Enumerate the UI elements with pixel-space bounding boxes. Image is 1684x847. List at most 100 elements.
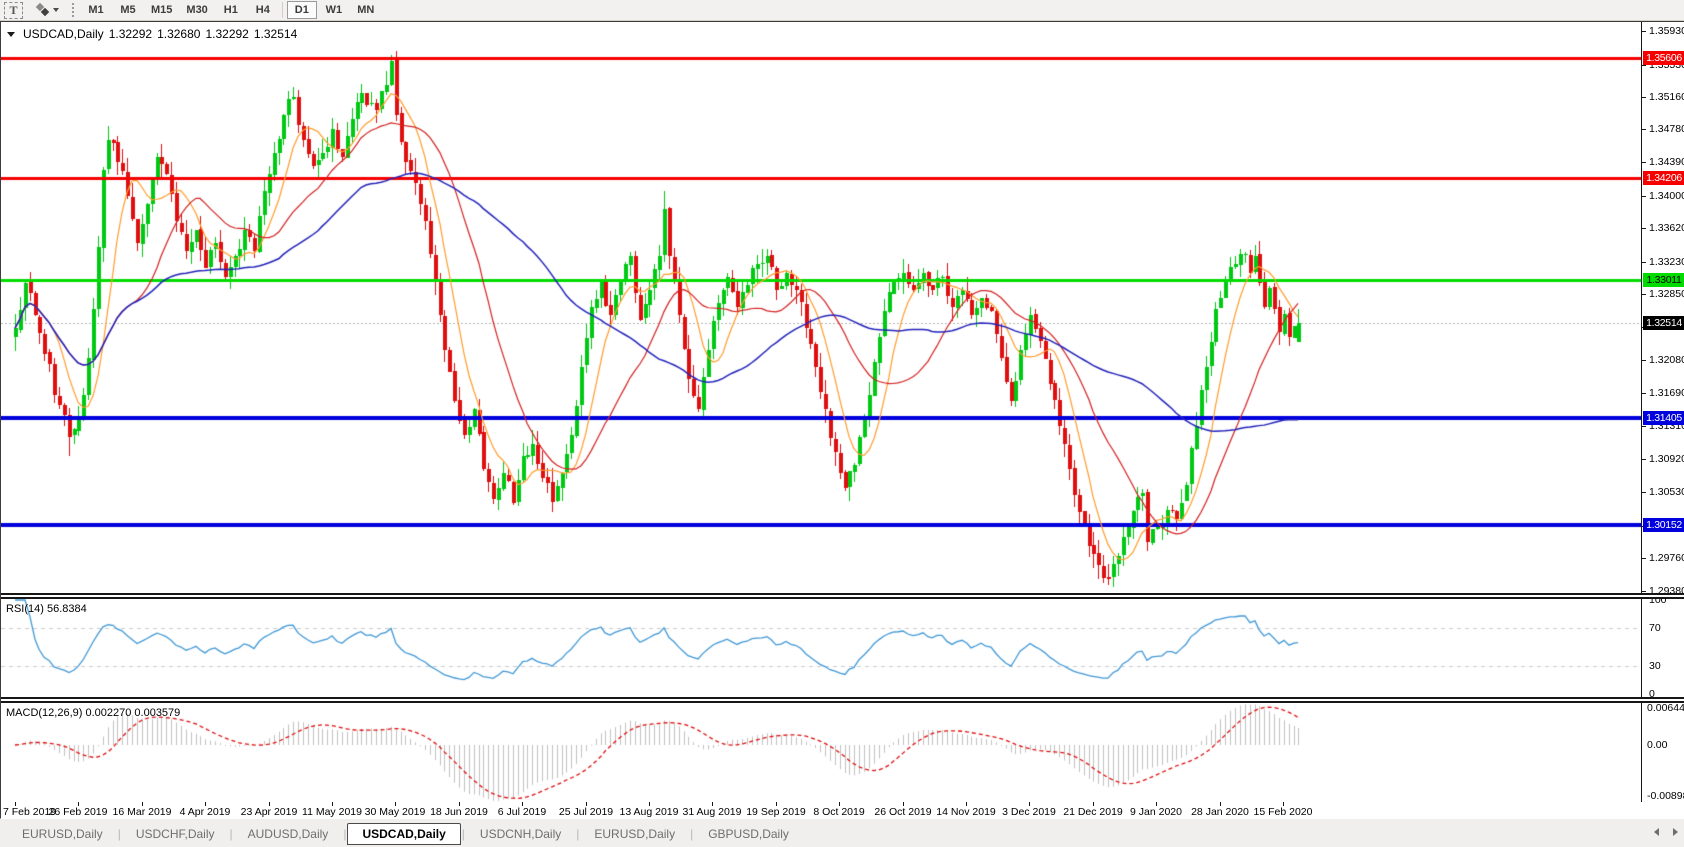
macd-canvas[interactable] [1,703,1641,802]
date-label: 14 Nov 2019 [936,806,996,818]
price-tick-mark [1642,97,1646,98]
chart-tab-6[interactable]: GBPUSD,Daily [694,824,803,844]
date-label: 3 Dec 2019 [1002,806,1056,818]
timeframe-button-m5[interactable]: M5 [113,1,143,19]
date-label: 11 May 2019 [302,806,362,818]
price-tick-label: 1.35160 [1649,91,1684,103]
timeframe-button-m30[interactable]: M30 [180,1,213,19]
chart-tab-bar: EURUSD,Daily|USDCHF,Daily|AUDUSD,Daily|U… [0,818,1684,847]
date-label: 26 Feb 2019 [49,806,108,818]
price-tick-mark [1642,65,1646,66]
date-label: 26 Oct 2019 [874,806,931,818]
chart-tab-0[interactable]: EURUSD,Daily [8,824,117,844]
price-tick-mark [1642,360,1646,361]
price-tick-label: 1.31690 [1649,387,1684,399]
price-level-badge: 1.30152 [1643,518,1684,532]
price-level-badge: 1.31405 [1643,411,1684,425]
date-label: 16 Mar 2019 [113,806,172,818]
timeframe-button-m1[interactable]: M1 [81,1,111,19]
date-label: 13 Aug 2019 [620,806,679,818]
price-tick-mark [1642,228,1646,229]
date-label: 25 Jul 2019 [559,806,613,818]
symbol-label: USDCAD,Daily [23,27,104,41]
price-tick-label: 1.34780 [1649,123,1684,135]
price-tick-mark [1642,558,1646,559]
macd-axis-label: -0.008982 [1647,790,1684,802]
timeframe-button-w1[interactable]: W1 [319,1,349,19]
price-tick-mark [1642,393,1646,394]
rsi-label: RSI(14) 56.8384 [6,603,87,615]
low-value: 1.32292 [205,27,248,41]
timeframe-button-h4[interactable]: H4 [248,1,278,19]
rsi-axis-label: 30 [1649,660,1661,672]
price-tick-mark [1642,162,1646,163]
date-label: 4 Apr 2019 [180,806,231,818]
price-level-badge: 1.32514 [1643,316,1684,330]
timeframe-toolbar: M1M5M15M30H1H4 D1W1MN [80,1,382,19]
price-level-badge: 1.35606 [1643,51,1684,65]
chart-ohlc-readout: USDCAD,Daily 1.32292 1.32680 1.32292 1.3… [7,27,297,41]
price-level-badge: 1.33011 [1643,273,1684,287]
mt4-terminal: T M1M5M15M30H1H4 D1W1MN USDCAD,Daily 1.32… [0,0,1684,847]
drawing-objects-button[interactable] [31,1,65,19]
date-label: 23 Apr 2019 [241,806,298,818]
timeframe-button-d1[interactable]: D1 [287,1,317,19]
date-label: 15 Feb 2020 [1254,806,1313,818]
price-chart-canvas[interactable] [1,22,1641,593]
triangle-down-icon[interactable] [7,32,15,37]
timeframe-button-mn[interactable]: MN [351,1,381,19]
text-tool-icon[interactable]: T [4,2,23,19]
price-tick-mark [1642,459,1646,460]
price-tick-label: 1.35930 [1649,25,1684,37]
price-tick-label: 1.32080 [1649,354,1684,366]
price-tick-mark [1642,129,1646,130]
tab-scroll-left-icon[interactable] [1654,828,1659,836]
rsi-canvas[interactable] [1,599,1641,698]
chart-tab-3[interactable]: USDCAD,Daily [347,823,460,845]
chart-tab-1[interactable]: USDCHF,Daily [122,824,229,844]
price-tick-mark [1642,492,1646,493]
price-tick-label: 1.33620 [1649,222,1684,234]
price-level-badge: 1.34206 [1643,171,1684,185]
high-value: 1.32680 [157,27,200,41]
tab-scroll-right-icon[interactable] [1673,828,1678,836]
price-tick-mark [1642,196,1646,197]
price-tick-mark [1642,591,1646,592]
price-tick-label: 1.29760 [1649,552,1684,564]
date-label: 28 Jan 2020 [1191,806,1249,818]
price-tick-mark [1642,31,1646,32]
date-label: 6 Jul 2019 [498,806,546,818]
chart-tab-2[interactable]: AUDUSD,Daily [234,824,343,844]
date-axis[interactable]: 7 Feb 201926 Feb 201916 Mar 20194 Apr 20… [1,802,1684,819]
price-tick-mark [1642,262,1646,263]
open-value: 1.32292 [109,27,152,41]
rsi-axis-label: 70 [1649,622,1661,634]
chart-window: USDCAD,Daily 1.32292 1.32680 1.32292 1.3… [0,21,1684,818]
chart-tab-5[interactable]: EURUSD,Daily [580,824,689,844]
macd-axis-label: 0.00 [1647,739,1667,751]
pane-separator[interactable] [1,697,1684,703]
price-axis-line [1641,22,1642,802]
macd-axis-label: 0.006448 [1647,702,1684,714]
date-label: 8 Oct 2019 [813,806,864,818]
date-label: 9 Jan 2020 [1130,806,1182,818]
chart-tab-4[interactable]: USDCNH,Daily [466,824,575,844]
price-tick-label: 1.32850 [1649,288,1684,300]
pane-separator[interactable] [1,593,1684,599]
price-tick-label: 1.33230 [1649,256,1684,268]
date-label: 30 May 2019 [365,806,426,818]
date-label: 19 Sep 2019 [746,806,806,818]
close-value: 1.32514 [254,27,297,41]
timeframe-button-h1[interactable]: H1 [216,1,246,19]
timeframe-button-m15[interactable]: M15 [145,1,178,19]
toolbar-grip[interactable] [72,3,74,17]
price-tick-label: 1.30530 [1649,486,1684,498]
drawing-objects-icon [37,4,49,16]
price-tick-label: 1.34390 [1649,156,1684,168]
date-label: 18 Jun 2019 [430,806,488,818]
dropdown-caret-icon [53,8,59,12]
toolbar: T M1M5M15M30H1H4 D1W1MN [0,0,1684,21]
price-tick-mark [1642,426,1646,427]
price-tick-mark [1642,294,1646,295]
price-tick-label: 1.34000 [1649,190,1684,202]
